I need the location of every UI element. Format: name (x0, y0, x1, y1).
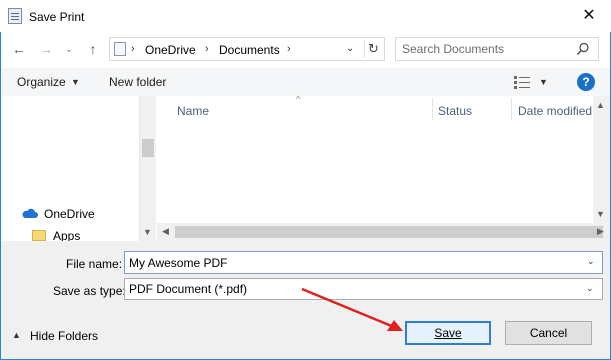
forward-button[interactable]: → (37, 40, 55, 58)
scroll-down-icon[interactable]: ▼ (596, 209, 605, 219)
search-input[interactable] (402, 41, 570, 57)
column-header-status[interactable]: Status (438, 104, 472, 118)
cancel-button-label: Cancel (529, 326, 568, 340)
back-arrow-icon: ← (12, 41, 26, 57)
cloud-icon (22, 208, 38, 218)
hide-folders-label: Hide Folders (30, 329, 99, 343)
save-as-type-label: Save as type: (53, 284, 126, 298)
recent-locations-button[interactable]: ⌄ (62, 42, 76, 56)
breadcrumb-separator-icon[interactable]: › (131, 43, 135, 55)
search-icon[interactable] (576, 42, 590, 56)
organize-button[interactable]: Organize (17, 75, 66, 89)
refresh-button[interactable]: ↻ (364, 40, 382, 58)
title-bar (0, 0, 611, 32)
column-header-name[interactable]: Name (177, 104, 209, 118)
back-button[interactable]: ← (10, 40, 28, 58)
chevron-down-icon[interactable]: ▼ (539, 77, 548, 87)
close-icon: ✕ (582, 7, 596, 24)
chevron-up-icon: ▲ (12, 330, 21, 340)
breadcrumb-documents[interactable]: Documents (219, 43, 280, 57)
cancel-button[interactable]: Cancel (505, 321, 592, 345)
close-button[interactable]: ✕ (570, 2, 608, 30)
column-header-date-modified[interactable]: Date modified (518, 104, 592, 118)
column-divider[interactable] (511, 98, 512, 120)
up-button[interactable]: ↑ (84, 40, 102, 58)
scroll-right-icon[interactable]: ▶ (597, 226, 604, 237)
save-as-type-value: PDF Document (*.pdf) (129, 282, 248, 296)
address-bar[interactable]: › OneDrive › Documents › ⌄ ↻ (109, 37, 385, 61)
help-icon[interactable]: ? (577, 73, 595, 91)
sort-ascending-icon: ^ (296, 94, 301, 104)
file-name-input[interactable] (129, 255, 569, 270)
view-options-icon[interactable] (514, 76, 530, 89)
navigation-scrollbar[interactable]: ▼ (139, 96, 156, 241)
file-name-label: File name: (66, 257, 123, 271)
chevron-down-icon[interactable]: ⌄ (587, 256, 595, 267)
scrollbar-thumb[interactable] (175, 226, 603, 238)
folder-icon (32, 230, 46, 241)
hide-folders-button[interactable]: ▲ Hide Folders (12, 328, 112, 344)
save-button-label: Save (434, 326, 462, 340)
sidebar-item-label: OneDrive (44, 207, 95, 221)
search-box[interactable] (395, 37, 599, 61)
window-title: Save Print (29, 10, 85, 24)
address-dropdown-icon[interactable]: ⌄ (346, 43, 358, 55)
new-folder-button[interactable]: New folder (109, 75, 166, 89)
forward-arrow-icon: → (39, 41, 53, 57)
scroll-left-icon[interactable]: ◀ (162, 226, 169, 237)
refresh-icon: ↻ (368, 41, 379, 56)
up-arrow-icon: ↑ (89, 41, 97, 57)
notepad-icon (8, 8, 22, 24)
chevron-down-icon: ▼ (71, 77, 80, 87)
breadcrumb-onedrive[interactable]: OneDrive (145, 43, 196, 57)
breadcrumb-separator-icon[interactable]: › (205, 43, 209, 55)
scroll-down-icon[interactable]: ▼ (143, 227, 152, 237)
column-divider[interactable] (432, 98, 433, 120)
location-icon (114, 42, 126, 56)
chevron-down-icon: ⌄ (586, 283, 594, 293)
file-list-vertical-scrollbar[interactable]: ▲ ▼ (593, 96, 610, 223)
scrollbar-thumb[interactable] (142, 139, 154, 157)
scroll-up-icon[interactable]: ▲ (596, 100, 605, 110)
breadcrumb-separator-icon[interactable]: › (287, 43, 291, 55)
annotation-arrow-icon (301, 287, 403, 331)
sidebar-item-onedrive[interactable]: OneDrive (22, 206, 137, 222)
chevron-down-icon: ⌄ (64, 43, 74, 55)
file-list-horizontal-scrollbar[interactable]: ◀ ▶ (157, 223, 610, 241)
